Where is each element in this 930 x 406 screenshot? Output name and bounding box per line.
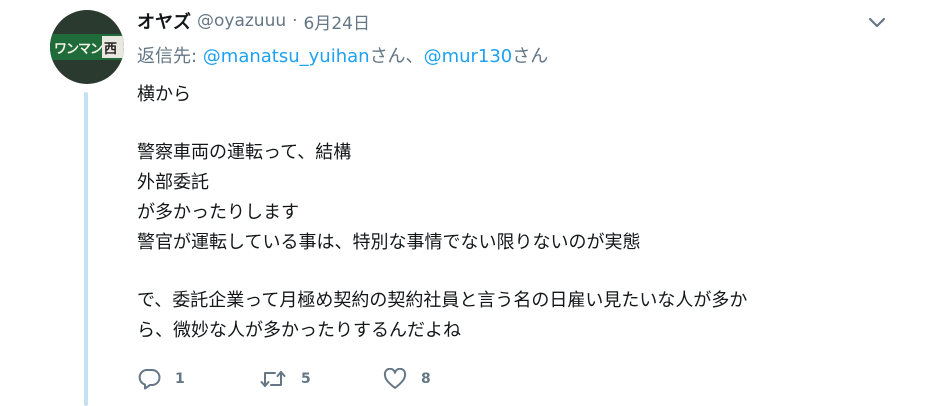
- reply-icon: [138, 369, 161, 390]
- avatar[interactable]: ワンマン 西: [50, 10, 124, 84]
- like-button[interactable]: 8: [383, 368, 463, 390]
- chevron-down-icon: [868, 17, 886, 28]
- more-options-button[interactable]: [864, 12, 890, 34]
- tweet-line: 警察車両の運転って、結構: [137, 142, 352, 163]
- separator-dot: ·: [292, 11, 298, 31]
- like-count: 8: [421, 371, 431, 387]
- tweet-line: 外部委託: [137, 172, 209, 193]
- avatar-sign-text-2: 西: [104, 42, 118, 57]
- reply-count: 1: [175, 371, 185, 387]
- tweet-line: ら、微妙な人が多かったりするんだよね: [137, 320, 461, 341]
- reply-context: 返信先: @manatsu_yuihanさん、@mur130さん: [137, 42, 548, 68]
- thread-line: [84, 92, 88, 406]
- reply-suffix-1: さん、: [369, 46, 424, 67]
- author-handle[interactable]: @oyazuuu: [197, 11, 286, 31]
- like-icon: [383, 368, 407, 389]
- retweet-button[interactable]: 5: [259, 368, 383, 390]
- mention-link-2[interactable]: @mur130: [424, 46, 513, 67]
- tweet-line: で、委託企業って月極め契約の契約社員と言う名の日雇い見たいな人が多か: [137, 290, 748, 311]
- reply-button[interactable]: 1: [137, 368, 259, 390]
- reply-prefix: 返信先:: [137, 46, 203, 67]
- tweet-line: が多かったりします: [137, 202, 299, 223]
- tweet-text: 横から 警察車両の運転って、結構 外部委託 が多かったりします 警官が運転してい…: [137, 80, 897, 346]
- retweet-icon: [260, 371, 286, 387]
- tweet[interactable]: ワンマン 西 オヤズ @oyazuuu · 6月24日 返信先: @manats…: [0, 0, 930, 406]
- tweet-header: オヤズ @oyazuuu · 6月24日: [137, 8, 370, 34]
- avatar-sign-text: ワンマン: [54, 42, 103, 57]
- tweet-line: 警官が運転している事は、特別な事情でない限りないのが実態: [137, 232, 641, 253]
- reply-suffix-2: さん: [512, 46, 549, 67]
- tweet-date[interactable]: 6月24日: [304, 9, 370, 34]
- retweet-count: 5: [301, 371, 311, 387]
- tweet-actions: 1 5 8: [137, 366, 463, 392]
- tweet-line: 横から: [137, 84, 191, 105]
- author-name[interactable]: オヤズ: [137, 8, 191, 34]
- mention-link-1[interactable]: @manatsu_yuihan: [203, 46, 370, 67]
